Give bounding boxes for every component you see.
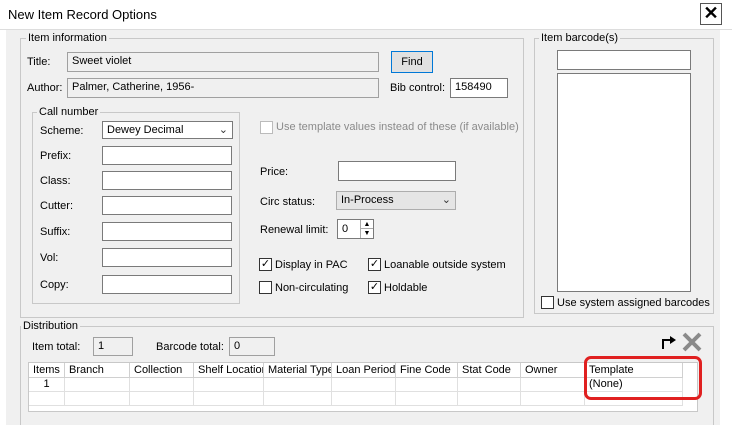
suffix-label: Suffix: [40,226,71,238]
loanable-outside-system-checkbox[interactable]: ✓ [368,258,381,271]
column-header[interactable]: Loan Period [332,363,396,378]
circ-status-value: In-Process [341,194,394,206]
grid-cell-empty[interactable] [194,392,264,406]
close-icon: ✕ [703,3,719,23]
item-information-legend: Item information [26,32,109,44]
column-header[interactable]: Shelf Location [194,363,264,378]
distribution-legend: Distribution [21,320,81,332]
window-title: New Item Record Options [8,7,157,22]
barcode-input[interactable] [557,50,691,70]
vol-label: Vol: [40,252,59,264]
checkmark-icon: ✓ [260,258,271,270]
use-template-checkbox[interactable] [260,121,273,134]
non-circulating-checkbox[interactable] [259,281,272,294]
grid-cell-empty[interactable] [521,392,585,406]
suffix-field[interactable] [102,222,232,241]
redirect-arrow-icon[interactable] [660,334,678,350]
barcode-total-label: Barcode total: [156,341,224,353]
column-header[interactable]: Stat Code [458,363,521,378]
scheme-label: Scheme: [40,125,84,137]
item-total-field: 1 [93,337,133,356]
call-number-legend: Call number [37,106,101,118]
renewal-limit-stepper[interactable]: 0 ▲ ▼ [337,219,374,239]
prefix-label: Prefix: [40,150,72,162]
barcode-total-field: 0 [229,337,275,356]
use-system-barcodes-label: Use system assigned barcodes [557,297,710,309]
circ-status-select[interactable]: In-Process ⌄ [336,191,456,210]
prefix-field[interactable] [102,146,232,165]
circ-status-label: Circ status: [260,196,316,208]
grid-cell-empty[interactable] [65,392,130,406]
cutter-label: Cutter: [40,200,74,212]
holdable-label: Holdable [384,282,428,294]
grid-cell[interactable] [332,378,396,392]
class-label: Class: [40,175,71,187]
copy-field[interactable] [102,275,232,294]
grid-cell[interactable] [521,378,585,392]
author-field[interactable]: Palmer, Catherine, 1956- [67,78,379,98]
grid-cell[interactable] [194,378,264,392]
scheme-select[interactable]: Dewey Decimal ⌄ [102,121,233,139]
display-in-pac-checkbox[interactable]: ✓ [259,258,272,271]
column-header[interactable]: Fine Code [396,363,458,378]
close-button[interactable]: ✕ [700,3,722,25]
author-label: Author: [27,82,63,94]
column-header[interactable]: Branch [65,363,130,378]
column-header[interactable]: Material Type [264,363,332,378]
item-total-label: Item total: [32,341,81,353]
cutter-field[interactable] [102,196,232,215]
grid-cell-empty[interactable] [264,392,332,406]
price-field[interactable] [338,161,456,181]
grid-cell-empty[interactable] [458,392,521,406]
use-system-barcodes-checkbox[interactable] [541,296,554,309]
item-barcode-legend: Item barcode(s) [539,32,621,44]
price-label: Price: [260,166,289,178]
column-header[interactable]: Items [29,363,65,378]
grid-cell[interactable] [264,378,332,392]
display-in-pac-label: Display in PAC [275,259,348,271]
use-template-label: Use template values instead of these (if… [276,121,519,133]
template-highlight-annotation [584,356,702,400]
column-header[interactable]: Owner [521,363,585,378]
title-label: Title: [27,56,51,68]
find-button[interactable]: Find [391,51,433,73]
bib-control-field[interactable]: 158490 [450,78,508,98]
grid-cell-empty[interactable] [396,392,458,406]
chevron-down-icon: ⌄ [218,124,228,136]
delete-x-icon[interactable] [681,331,703,353]
renewal-limit-value: 0 [342,223,349,235]
spin-up-icon[interactable]: ▲ [360,220,373,229]
checkmark-icon: ✓ [369,258,380,270]
renewal-limit-label: Renewal limit: [260,224,329,236]
grid-cell-empty[interactable] [332,392,396,406]
grid-cell[interactable] [396,378,458,392]
barcode-list[interactable] [557,73,691,292]
non-circulating-label: Non-circulating [275,282,349,294]
holdable-checkbox[interactable]: ✓ [368,281,381,294]
scheme-value: Dewey Decimal [107,124,184,136]
checkmark-icon: ✓ [369,281,380,293]
column-header[interactable]: Collection [130,363,194,378]
title-bar: New Item Record Options ✕ [0,0,732,30]
spin-down-icon[interactable]: ▼ [360,229,373,238]
title-field[interactable]: Sweet violet [67,52,379,72]
grid-cell-empty[interactable] [130,392,194,406]
grid-cell[interactable] [458,378,521,392]
grid-cell[interactable]: 1 [29,378,65,392]
vol-field[interactable] [102,248,232,267]
grid-cell-empty[interactable] [29,392,65,406]
chevron-down-icon: ⌄ [441,194,451,206]
loanable-outside-system-label: Loanable outside system [384,259,506,271]
bib-control-label: Bib control: [390,82,446,94]
grid-cell[interactable] [130,378,194,392]
copy-label: Copy: [40,279,69,291]
class-field[interactable] [102,171,232,190]
grid-cell[interactable] [65,378,130,392]
